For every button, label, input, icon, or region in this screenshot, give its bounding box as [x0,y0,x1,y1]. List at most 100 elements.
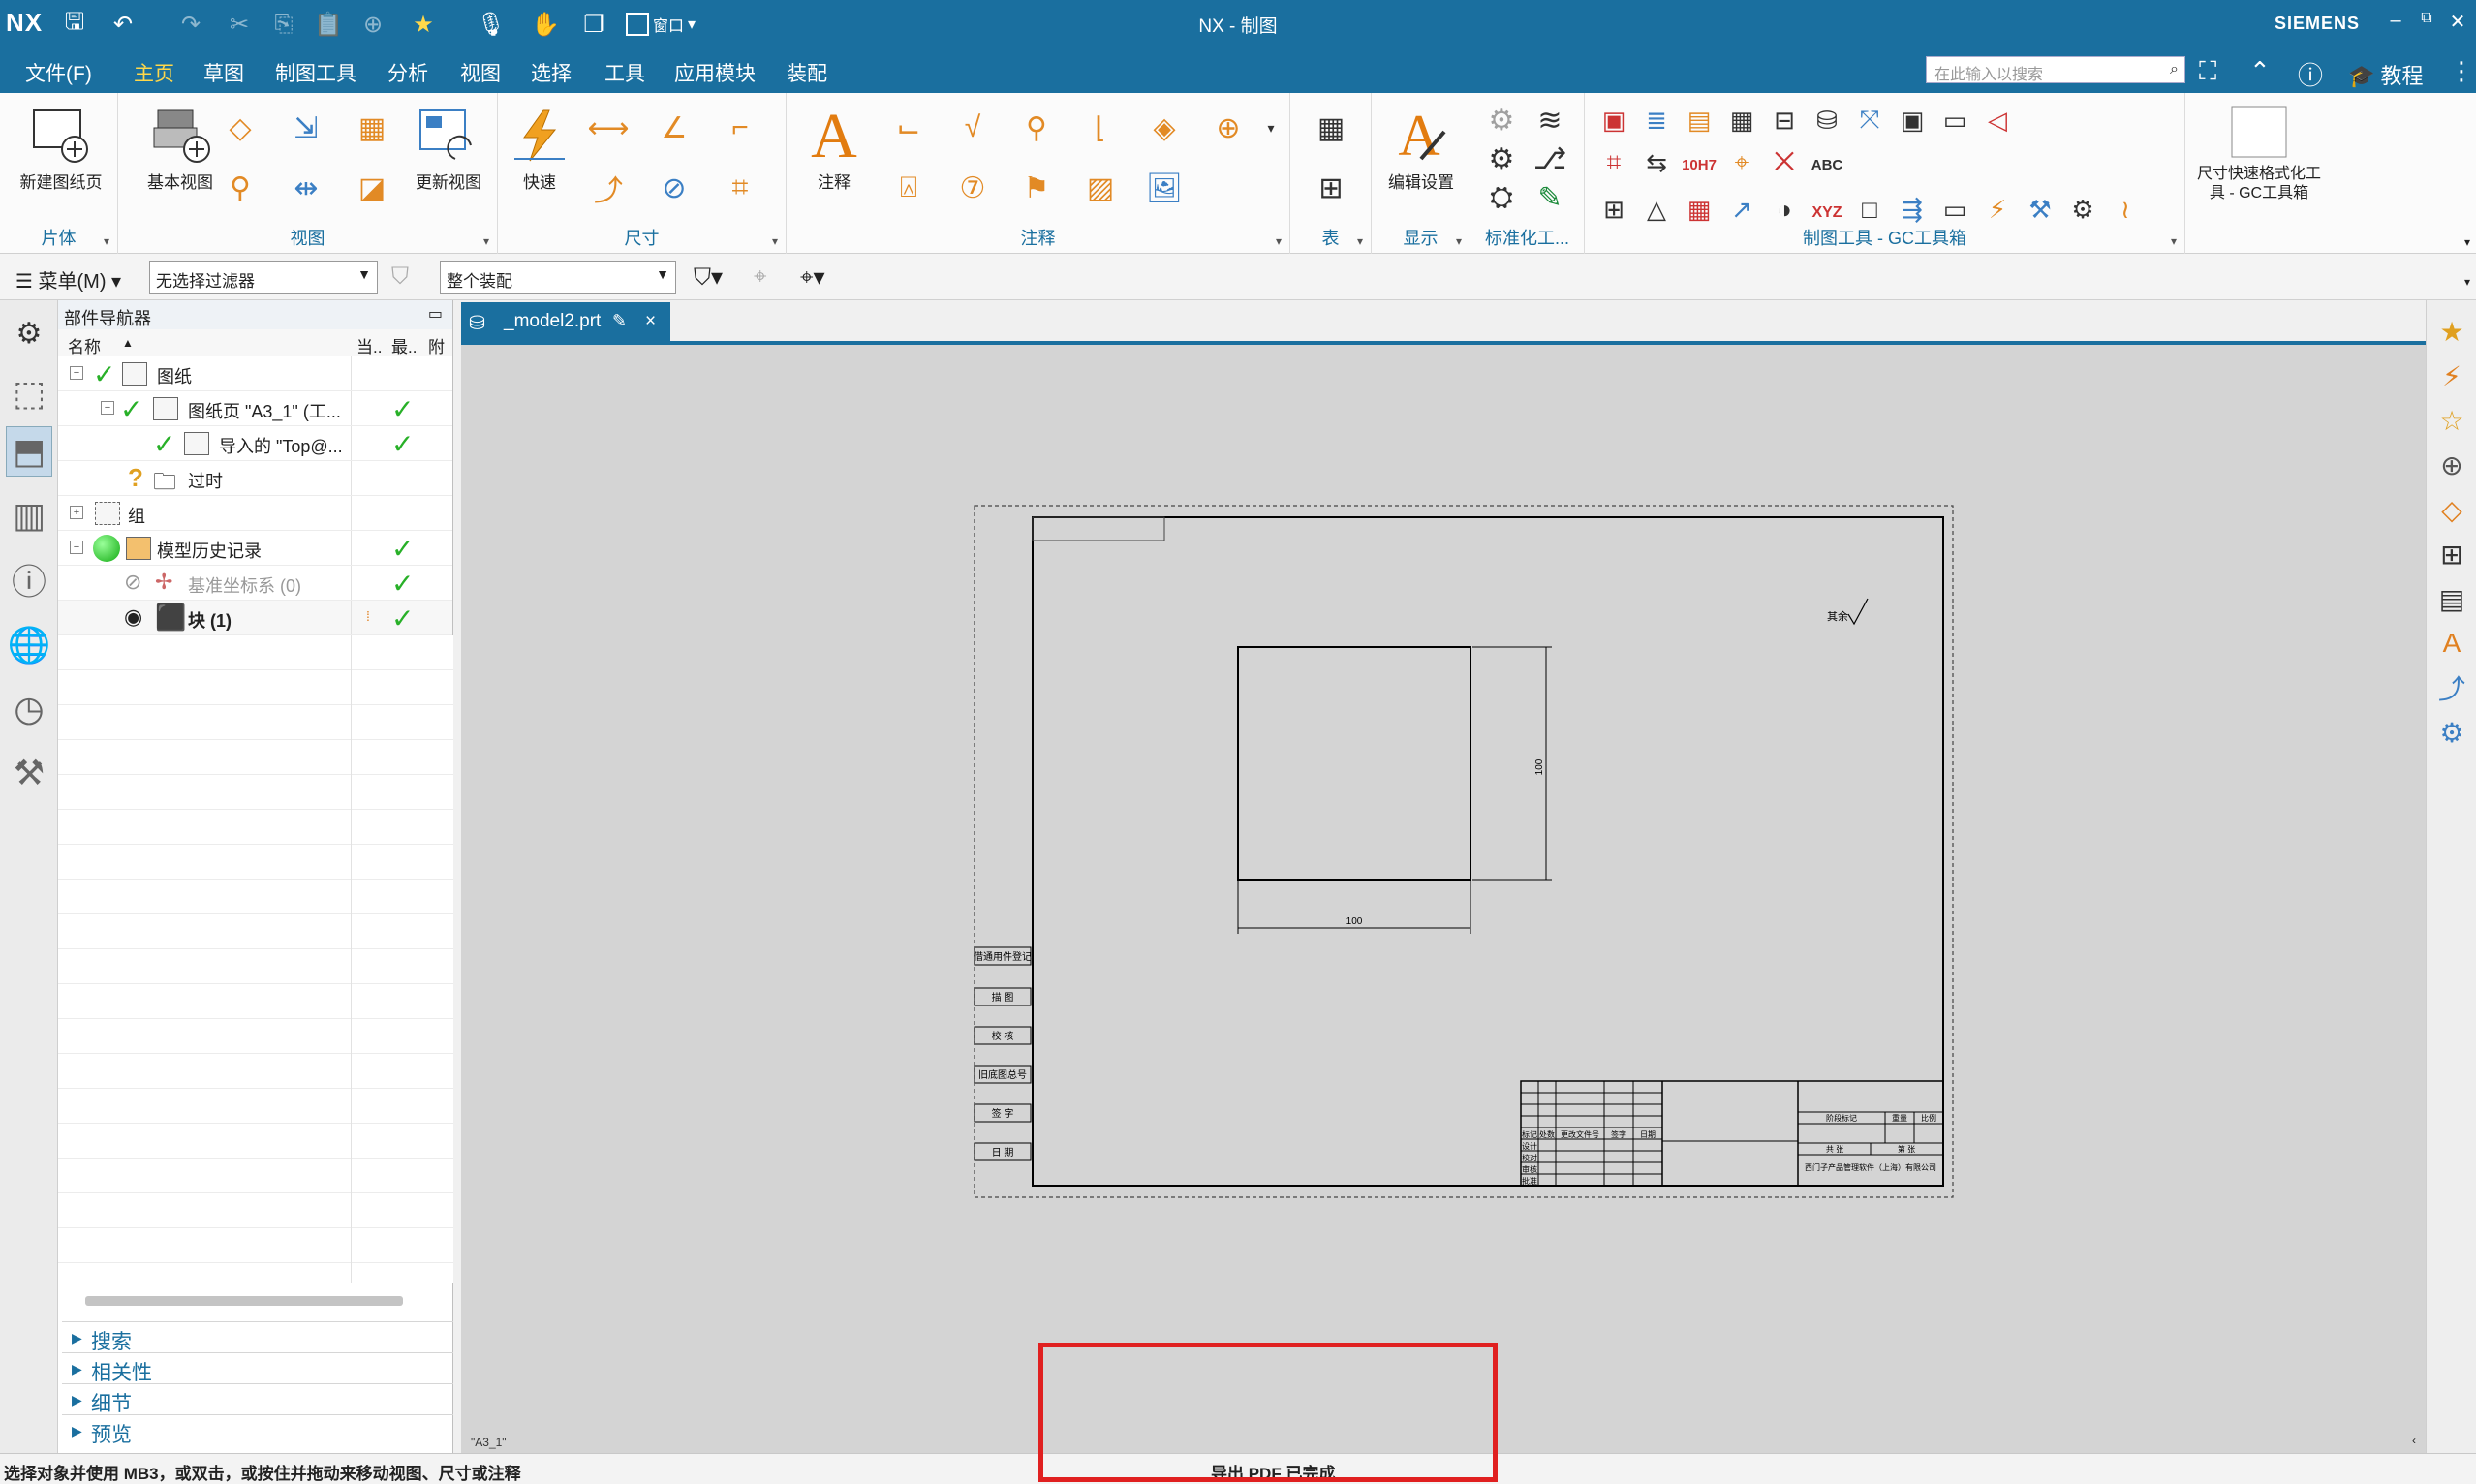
gc-tool-icon-1[interactable]: ▣ [1593,99,1635,141]
expand-icon[interactable]: + [70,506,83,519]
star-icon[interactable]: ☆ [2434,403,2469,438]
hidden-eye-icon[interactable]: ⊘ [124,570,141,595]
assembly-scope-dropdown[interactable]: 整个装配 ▼ [440,261,676,294]
ribbon-options-chevron-icon[interactable]: ▾ [2464,235,2470,249]
select-scope-icon[interactable]: ⌖▾ [800,263,825,292]
redo-icon[interactable]: ↷ [174,8,207,41]
collapse-icon[interactable]: − [101,401,114,415]
rapid-dimension-icon[interactable]: ⚡ [2434,358,2469,393]
toolbar-options-chevron-icon[interactable]: ▾ [2464,275,2470,289]
section-view-icon[interactable]: ⇲ [285,107,327,149]
switch-window-icon[interactable]: ❐ [577,8,610,41]
check-tool-icon[interactable]: ✎ [1529,176,1571,219]
layers-icon[interactable]: ≋ [1529,99,1571,141]
minimize-button[interactable]: – [2381,10,2410,39]
text-abc-icon[interactable]: ABC [1806,143,1848,186]
visible-eye-icon[interactable]: ◉ [124,604,142,630]
break-out-section-icon[interactable]: ⚲ [219,167,262,209]
gc-tool-icon-5[interactable]: ⊟ [1763,99,1806,141]
tree-row-block[interactable]: ◉ ⬛ 块 (1) ⁞ ✓ [58,601,452,635]
gc-tool-icon-15[interactable]: ⨉ [1763,141,1806,184]
column-attach[interactable]: 附 [428,333,445,357]
attach-icon[interactable]: ⎇ [1529,138,1571,180]
repeat-command-icon[interactable]: ⊕ [356,8,389,41]
magnify-icon[interactable]: ⚲ [1015,107,1058,149]
graphics-window[interactable]: 其余 100 100 借通用件登记 描 图 校 核 旧底图总号 签 字 日 期 … [461,345,2426,1453]
file-menu[interactable]: 文件(F) [25,58,92,87]
chevron-down-icon[interactable]: ▾ [1357,234,1363,248]
edit-settings-button[interactable]: A 编辑设置 [1377,103,1465,193]
info-icon[interactable]: ⓘ [6,554,52,604]
chevron-down-icon[interactable]: ▾ [1250,107,1292,149]
tree-row-model-history[interactable]: − 模型历史记录 ✓ [58,531,452,566]
chevron-down-icon[interactable]: ▾ [772,234,778,248]
tree-row-group[interactable]: + 组 [58,496,452,531]
column-latest[interactable]: 最.. [391,333,417,357]
surface-finish-icon[interactable]: √ [951,107,994,149]
gc-tool-icon-4[interactable]: ▦ [1720,99,1763,141]
assembly-navigator-icon[interactable]: ⬚ [6,368,52,418]
tutorial-link[interactable]: 🎓 教程 [2348,59,2424,90]
save-icon[interactable]: 🖫 [58,8,91,41]
web-browser-icon[interactable]: 🌐 [6,620,52,670]
undo-icon[interactable]: ↶ [107,8,139,41]
close-button[interactable]: ✕ [2443,10,2472,39]
weld-symbol-icon[interactable]: ⌊ [1079,107,1122,149]
document-icon[interactable]: ▤ [2434,581,2469,616]
tab-sketch[interactable]: 草图 [203,58,244,87]
ordinate-dimension-icon[interactable]: ⌗ [719,167,761,209]
filter-dropdown[interactable]: 无选择过滤器 ▼ [149,261,378,294]
base-view-button[interactable]: 基本视图 [132,107,229,193]
star-favorite-icon[interactable]: ★ [2434,314,2469,349]
microphone-icon[interactable]: 🎙 [475,8,508,41]
std-tool-icon-1[interactable]: ⚙ [1480,99,1523,141]
gc-tool-icon-9[interactable]: ▭ [1934,99,1976,141]
tabular-note-icon[interactable]: ▦ [1310,107,1352,149]
rapid-dimension-button[interactable]: 快速 [506,107,573,193]
gc-tool-icon-14[interactable]: ⌖ [1720,141,1763,184]
view-boundary-icon[interactable]: ◪ [351,167,393,209]
fast-format-button[interactable]: 尺寸快速格式化工具 - GC工具箱 [2191,103,2327,203]
paste-icon[interactable]: 📋 [312,8,345,41]
collapse-icon[interactable]: − [70,366,83,380]
chevron-down-icon[interactable]: ▾ [2171,234,2177,248]
part-navigator-icon[interactable]: ⬒ [6,426,52,477]
section-dependencies[interactable]: ▶ 相关性 [62,1352,453,1384]
favorites-star-icon[interactable]: ★ [407,8,440,41]
touch-mode-icon[interactable]: ✋ [529,8,562,41]
snap-icon[interactable]: ⌖ [754,263,767,291]
type-filter-icon[interactable]: ⛉▾ [694,263,723,292]
chevron-down-icon[interactable]: ▾ [1276,234,1282,248]
tree-row-outdated[interactable]: ? 🗀 过时 [58,461,452,496]
tab-drafting-tools[interactable]: 制图工具 [275,58,356,87]
column-current[interactable]: 当.. [356,333,382,357]
collapse-ribbon-icon[interactable]: ⌃ [2249,56,2271,86]
full-screen-icon[interactable]: ⛶ [2199,56,2216,87]
angular-dimension-icon[interactable]: ∠ [653,107,696,149]
image-icon[interactable]: 🖼 [1143,167,1186,209]
settings-gear-icon[interactable]: ⚙ [1480,138,1523,180]
tolerance-icon[interactable]: 10H7 [1678,143,1720,186]
gc-tool-icon-3[interactable]: ▤ [1678,99,1720,141]
roles-tools-icon[interactable]: ⚒ [6,748,52,798]
tab-select[interactable]: 选择 [531,58,572,87]
filter-icon[interactable]: ⛉ [391,263,409,291]
gc-tool-icon-8[interactable]: ▣ [1891,99,1934,141]
font-settings-icon[interactable]: ⛭ [1480,176,1523,219]
target-point-icon[interactable]: ⚑ [1015,167,1058,209]
note-button[interactable]: A 注释 [800,103,868,193]
gc-tool-icon-2[interactable]: ≣ [1635,99,1678,141]
maximize-icon[interactable]: ▭ [428,304,443,324]
projected-view-icon[interactable]: ◇ [219,107,262,149]
center-mark-icon[interactable]: ⊕ [1207,107,1250,149]
settings-gear-icon[interactable]: ⚙ [6,308,52,358]
balloon-icon[interactable]: ⑦ [951,167,994,209]
chevron-down-icon[interactable]: ▾ [1456,234,1462,248]
help-icon[interactable]: ⓘ [2298,56,2323,92]
detail-view-icon[interactable]: ▦ [351,107,393,149]
document-tab[interactable]: ⛁ _model2.prt ✎ × [461,302,670,341]
chamfer-dimension-icon[interactable]: ⌐ [719,107,761,149]
cut-icon[interactable]: ✂ [223,8,256,41]
tab-home[interactable]: 主页 [134,58,174,96]
tab-analysis[interactable]: 分析 [387,58,428,87]
